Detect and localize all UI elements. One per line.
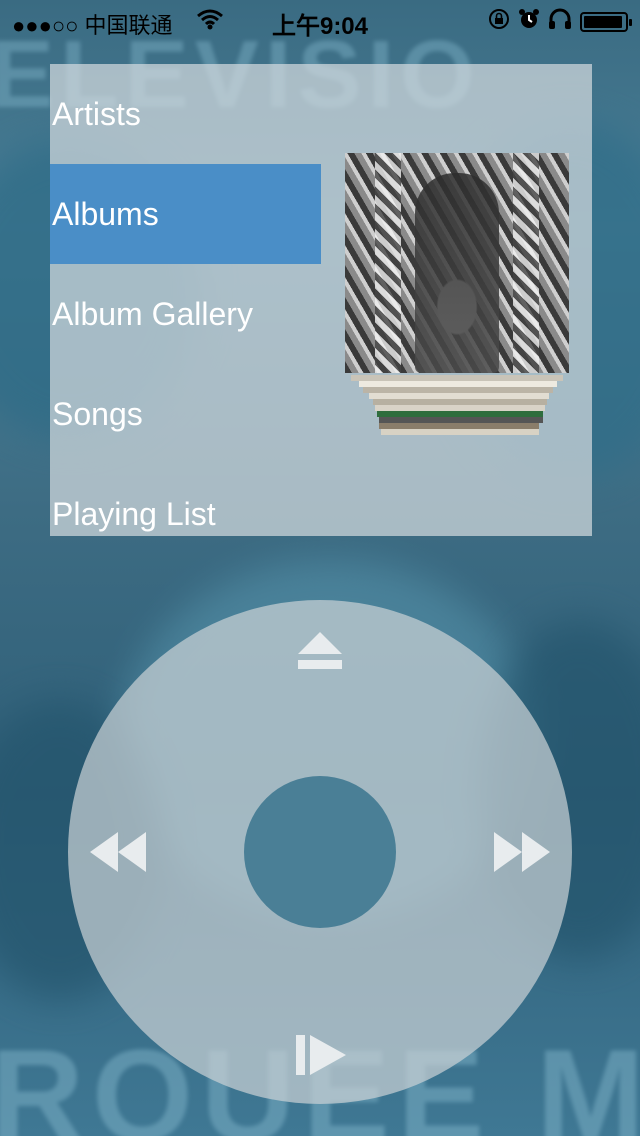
orientation-lock-icon	[488, 8, 510, 35]
menu-panel: Artists Albums Album Gallery Songs Playi…	[50, 64, 592, 536]
menu-item-label: Playing List	[52, 495, 216, 532]
status-bar: ●●●○○ 中国联通 上午9:04	[0, 0, 640, 40]
fast-forward-icon[interactable]	[492, 832, 552, 877]
battery-icon	[580, 11, 632, 32]
menu-item-artists[interactable]: Artists	[50, 64, 321, 164]
menu-item-label: Songs	[52, 395, 143, 432]
album-cover-art	[345, 153, 569, 373]
album-cover-preview	[345, 153, 569, 443]
menu-item-label: Album Gallery	[52, 295, 253, 332]
eject-icon[interactable]	[296, 630, 344, 677]
menu-item-playing-list[interactable]: Playing List	[50, 464, 321, 536]
menu-item-album-gallery[interactable]: Album Gallery	[50, 264, 321, 364]
menu-item-albums[interactable]: Albums	[50, 164, 321, 264]
alarm-icon	[518, 8, 540, 35]
menu-list: Artists Albums Album Gallery Songs Playi…	[50, 64, 321, 536]
rewind-icon[interactable]	[88, 832, 148, 877]
center-select-button[interactable]	[244, 776, 396, 928]
headphones-icon	[548, 8, 572, 35]
menu-item-label: Albums	[52, 195, 159, 232]
menu-item-label: Artists	[52, 95, 141, 132]
play-pause-icon[interactable]	[296, 1034, 348, 1081]
menu-item-songs[interactable]: Songs	[50, 364, 321, 464]
